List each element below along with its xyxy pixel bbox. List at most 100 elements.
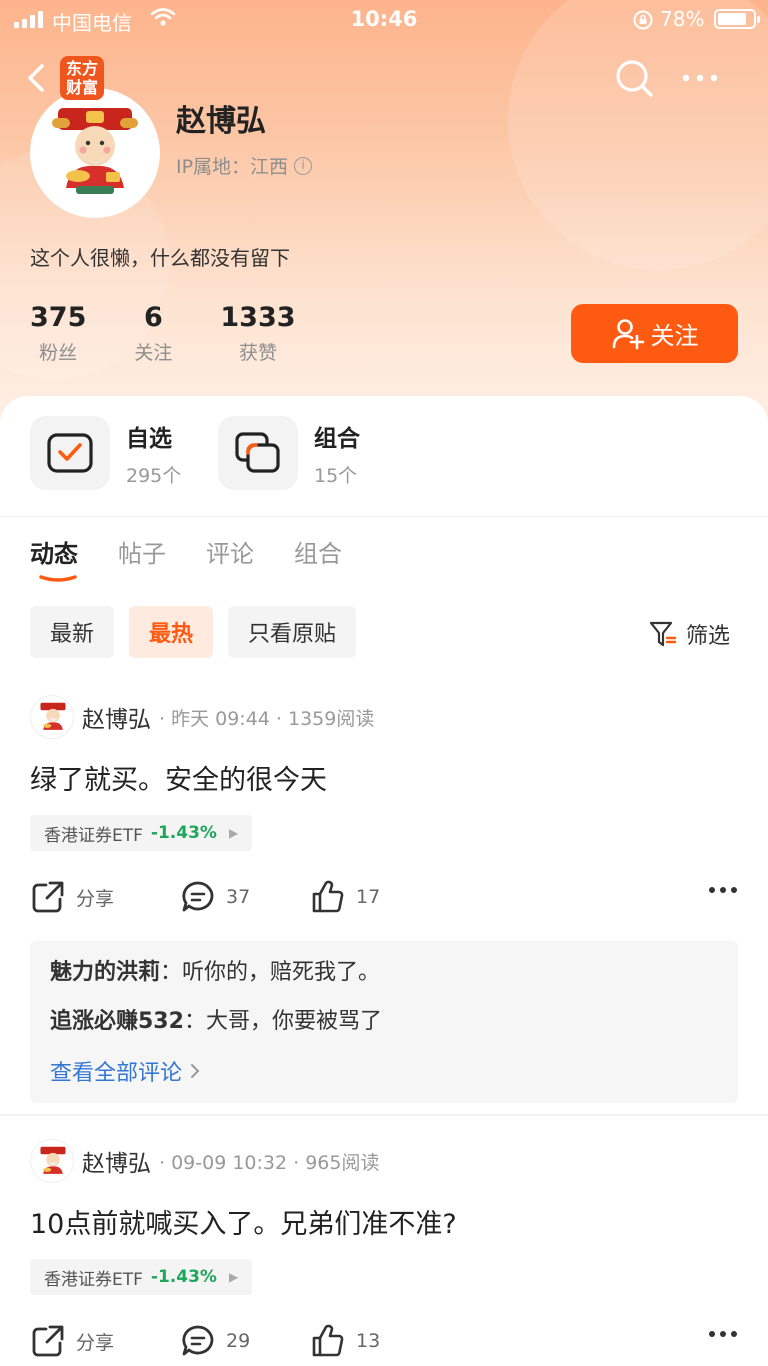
info-icon[interactable]: i [294, 156, 313, 175]
rotation-lock-icon [633, 10, 653, 30]
tab-label: 组合 [294, 540, 342, 568]
more-options-icon[interactable] [680, 66, 720, 90]
comment-user[interactable]: 魅力的洪莉 [50, 960, 160, 985]
stock-change: -1.43% [150, 823, 217, 843]
share-label: 分享 [76, 1331, 115, 1354]
stock-tag[interactable]: 香港证券ETF -1.43% ▶ [30, 815, 253, 851]
comment-icon [182, 881, 214, 912]
stat-label: 关注 [134, 342, 173, 364]
post-author[interactable]: 赵博弘 [82, 1144, 151, 1178]
share-icon [32, 1325, 64, 1357]
filter-button[interactable]: 筛选 [648, 618, 730, 650]
post-meta: · 09-09 10:32 · 965阅读 [159, 1151, 380, 1174]
comment-icon [182, 1325, 214, 1356]
avatar[interactable] [30, 88, 160, 218]
tab-label: 动态 [30, 540, 78, 568]
filter-label: 筛选 [686, 624, 731, 649]
app-logo-badge: 东方 财富 [60, 56, 104, 100]
chip-original-only[interactable]: 只看原贴 [228, 606, 357, 658]
like-button[interactable]: 13 [310, 1323, 380, 1359]
post-more-icon[interactable] [708, 1329, 738, 1339]
comment-count: 37 [226, 886, 251, 908]
stock-tag[interactable]: 香港证券ETF -1.43% ▶ [30, 1259, 253, 1295]
filter-icon [649, 621, 677, 647]
post-card[interactable]: 赵博弘 · 昨天 09:44 · 1359阅读 绿了就买。安全的很今天 香港证券… [30, 694, 738, 1103]
tab-posts[interactable]: 帖子 [118, 534, 166, 569]
chevron-right-icon: ▶ [228, 1270, 239, 1284]
stat-likes[interactable]: 1333 获赞 [220, 302, 295, 365]
follow-label: 关注 [650, 322, 699, 350]
share-button[interactable]: 分享 [30, 879, 114, 915]
divider [0, 516, 768, 517]
tab-label: 帖子 [118, 540, 166, 568]
like-count: 13 [356, 1330, 381, 1352]
comment-user[interactable]: 追涨必赚532 [50, 1009, 184, 1034]
post-content[interactable]: 10点前就喊买入了。兄弟们准不准? [30, 1202, 738, 1241]
tab-portfolio[interactable]: 组合 [294, 534, 342, 569]
like-count: 17 [356, 886, 381, 908]
portfolio-link[interactable]: 组合 15个 [218, 416, 360, 490]
status-bar: 中国电信 10:46 78% [0, 0, 768, 40]
post-content[interactable]: 绿了就买。安全的很今天 [30, 758, 738, 797]
app-logo-text: 东方 [65, 59, 98, 78]
share-icon [32, 881, 64, 913]
tab-label: 评论 [206, 540, 254, 568]
view-all-comments-link[interactable]: 查看全部评论 [50, 1055, 718, 1087]
decor-circle [508, 0, 768, 270]
ip-location: IP属地：江西 i [176, 152, 313, 179]
post-card[interactable]: 赵博弘 · 09-09 10:32 · 965阅读 10点前就喊买入了。兄弟们准… [30, 1138, 738, 1366]
like-button[interactable]: 17 [310, 879, 380, 915]
battery-percent: 78% [660, 7, 705, 31]
stat-label: 获赞 [238, 342, 277, 364]
author-avatar[interactable] [30, 1139, 74, 1183]
comment-item[interactable]: 魅力的洪莉：听你的，赔死我了。 [50, 957, 718, 989]
comment-item[interactable]: 追涨必赚532：大哥，你要被骂了 [50, 1006, 718, 1038]
chip-latest[interactable]: 最新 [30, 606, 115, 658]
active-tab-indicator [39, 575, 77, 582]
content-panel: 自选 295个 组合 15个 动态 帖子 评论 组合 最新 最热 只看原贴 筛选… [0, 396, 768, 1366]
portfolio-icon [218, 416, 298, 490]
thumbs-up-icon [312, 1324, 344, 1357]
fortune-god-avatar-icon [40, 1146, 66, 1174]
comment-preview[interactable]: 魅力的洪莉：听你的，赔死我了。 追涨必赚532：大哥，你要被骂了 查看全部评论 [30, 941, 738, 1103]
app-logo-text: 财富 [65, 78, 98, 97]
tab-activity[interactable]: 动态 [30, 534, 78, 582]
comment-colon: ： [183, 1009, 206, 1034]
share-button[interactable]: 分享 [30, 1323, 114, 1359]
add-user-icon [612, 318, 644, 349]
back-button[interactable] [22, 58, 52, 98]
comment-button[interactable]: 37 [180, 879, 250, 915]
watchlist-icon [30, 416, 110, 490]
stat-following[interactable]: 6 关注 [134, 302, 172, 365]
stat-value: 375 [30, 302, 87, 333]
watchlist-link[interactable]: 自选 295个 [30, 416, 181, 490]
battery-icon [714, 9, 760, 29]
stock-change: -1.43% [150, 1267, 217, 1287]
user-bio: 这个人很懒，什么都没有留下 [30, 246, 290, 270]
post-meta: · 昨天 09:44 · 1359阅读 [159, 707, 375, 730]
stat-value: 6 [143, 302, 163, 333]
comment-count: 29 [226, 1330, 251, 1352]
search-icon[interactable] [612, 56, 656, 100]
profile-stats: 375 粉丝 6 关注 1333 获赞 [30, 302, 344, 365]
author-avatar[interactable] [30, 695, 74, 739]
post-more-icon[interactable] [708, 885, 738, 895]
quick-link-title: 组合 [314, 425, 360, 452]
view-all-label: 查看全部评论 [50, 1061, 183, 1086]
stat-value: 1333 [220, 302, 296, 333]
stat-fans[interactable]: 375 粉丝 [30, 302, 86, 365]
chevron-right-icon: ▶ [228, 826, 239, 840]
fortune-god-avatar-icon [40, 702, 66, 730]
divider [0, 1114, 768, 1116]
comment-button[interactable]: 29 [180, 1323, 250, 1359]
comment-text: 大哥，你要被骂了 [205, 1009, 382, 1034]
follow-button[interactable]: 关注 [571, 304, 738, 363]
quick-link-count: 295个 [126, 464, 182, 487]
quick-link-title: 自选 [126, 425, 172, 452]
profile-tabs: 动态 帖子 评论 组合 [30, 534, 342, 582]
tab-comments[interactable]: 评论 [206, 534, 254, 569]
chip-hot[interactable]: 最热 [129, 606, 214, 658]
stat-label: 粉丝 [39, 342, 78, 364]
stock-name: 香港证券ETF [44, 825, 143, 846]
post-author[interactable]: 赵博弘 [82, 700, 151, 734]
